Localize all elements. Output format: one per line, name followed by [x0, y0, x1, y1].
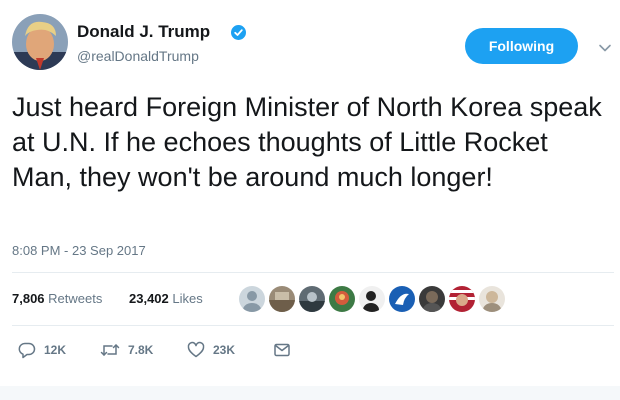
retweets-label: Retweets — [48, 291, 103, 306]
retweets-stat[interactable]: 7,806 Retweets — [12, 291, 102, 306]
liker-avatar[interactable] — [298, 285, 326, 313]
reply-icon — [18, 341, 36, 359]
liker-avatar[interactable] — [478, 285, 506, 313]
liker-avatar[interactable] — [358, 285, 386, 313]
bottom-strip — [0, 386, 620, 400]
author-name[interactable]: Donald J. Trump — [77, 22, 210, 42]
like-button[interactable]: 23K — [187, 340, 235, 360]
envelope-icon — [273, 341, 291, 359]
liker-avatar[interactable] — [418, 285, 446, 313]
chevron-down-icon[interactable] — [598, 40, 612, 52]
liker-avatar[interactable] — [238, 285, 266, 313]
retweet-button[interactable]: 7.8K — [100, 340, 153, 360]
liker-avatar[interactable] — [328, 285, 356, 313]
heart-icon — [187, 341, 205, 359]
author-handle[interactable]: @realDonaldTrump — [77, 48, 199, 64]
retweet-count: 7.8K — [128, 343, 154, 357]
liker-avatar[interactable] — [388, 285, 416, 313]
divider — [12, 272, 614, 273]
verified-badge-icon — [231, 25, 246, 40]
retweets-count: 7,806 — [12, 291, 45, 306]
retweet-icon — [100, 341, 120, 359]
reply-button[interactable]: 12K — [18, 340, 66, 360]
likes-count: 23,402 — [129, 291, 169, 306]
liker-avatar[interactable] — [448, 285, 476, 313]
liker-avatar[interactable] — [268, 285, 296, 313]
direct-message-button[interactable] — [273, 340, 291, 360]
tweet-card: Donald J. Trump @realDonaldTrump Followi… — [0, 0, 620, 400]
like-count: 23K — [213, 343, 236, 357]
author-avatar[interactable] — [12, 14, 68, 70]
tweet-text: Just heard Foreign Minister of North Kor… — [12, 92, 602, 192]
likes-stat[interactable]: 23,402 Likes — [129, 291, 203, 306]
likes-label: Likes — [172, 291, 203, 306]
reply-count: 12K — [44, 343, 67, 357]
following-button[interactable]: Following — [465, 28, 578, 64]
divider — [12, 325, 614, 326]
tweet-timestamp[interactable]: 8:08 PM - 23 Sep 2017 — [12, 243, 146, 258]
